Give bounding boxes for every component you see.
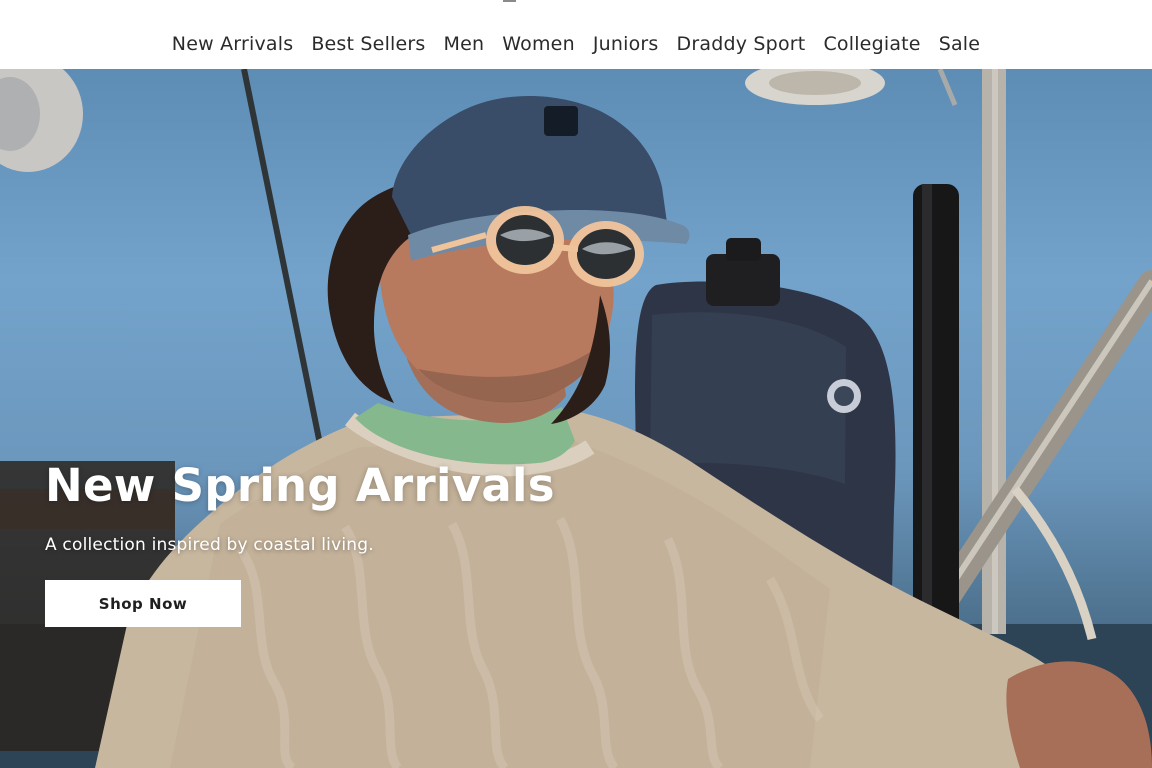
hero-image xyxy=(0,69,1152,768)
nav-item-women[interactable]: Women xyxy=(502,31,575,57)
nav-item-best-sellers[interactable]: Best Sellers xyxy=(311,31,425,57)
nav-item-men[interactable]: Men xyxy=(444,31,485,57)
nav-item-juniors[interactable]: Juniors xyxy=(593,31,659,57)
logo-fragment[interactable] xyxy=(503,0,516,2)
site-header: New Arrivals Best Sellers Men Women Juni… xyxy=(0,0,1152,69)
hero-subtitle: A collection inspired by coastal living. xyxy=(45,535,374,555)
shop-now-button[interactable]: Shop Now xyxy=(45,580,241,627)
nav-item-sale[interactable]: Sale xyxy=(939,31,980,57)
nav-item-collegiate[interactable]: Collegiate xyxy=(823,31,920,57)
hero-banner: New Spring Arrivals A collection inspire… xyxy=(0,69,1152,768)
nav-item-draddy-sport[interactable]: Draddy Sport xyxy=(677,31,806,57)
nav-item-new-arrivals[interactable]: New Arrivals xyxy=(172,31,294,57)
hero-content: New Spring Arrivals A collection inspire… xyxy=(45,459,555,627)
main-navigation: New Arrivals Best Sellers Men Women Juni… xyxy=(0,31,1152,57)
hero-heading: New Spring Arrivals xyxy=(45,459,555,512)
